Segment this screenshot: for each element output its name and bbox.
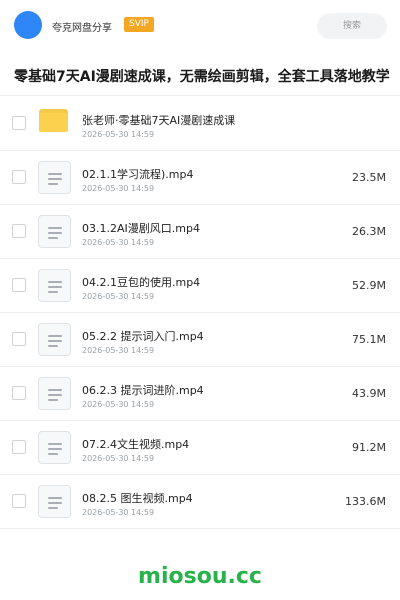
avatar[interactable] [14, 11, 42, 39]
file-name[interactable]: 02.1.1学习流程).mp4 [82, 166, 193, 182]
file-date: 2026-05-30 14:59 [82, 238, 155, 247]
file-row[interactable]: 06.2.3 提示词进阶.mp4 2026-05-30 14:59 43.9M [0, 367, 400, 421]
file-name[interactable]: 06.2.3 提示词进阶.mp4 [82, 382, 204, 398]
file-date: 2026-05-30 14:59 [82, 400, 155, 409]
search-input[interactable]: 搜索 [317, 13, 387, 39]
file-date: 2026-05-30 14:59 [82, 508, 155, 517]
checkbox-icon[interactable] [12, 116, 26, 130]
file-row[interactable]: 03.1.2AI漫剧风口.mp4 2026-05-30 14:59 26.3M [0, 205, 400, 259]
file-row[interactable]: 08.2.5 图生视频.mp4 2026-05-30 14:59 133.6M [0, 475, 400, 529]
title-bar: 零基础7天AI漫剧速成课，无需绘画剪辑，全套工具落地教学 [0, 54, 400, 96]
file-name[interactable]: 05.2.2 提示词入门.mp4 [82, 328, 204, 344]
page-title: 零基础7天AI漫剧速成课，无需绘画剪辑，全套工具落地教学 [14, 69, 390, 85]
file-size: 133.6M [345, 495, 386, 508]
file-name[interactable]: 08.2.5 图生视频.mp4 [82, 490, 193, 506]
file-row[interactable]: 07.2.4文生视频.mp4 2026-05-30 14:59 91.2M [0, 421, 400, 475]
file-date: 2026-05-30 14:59 [82, 184, 155, 193]
file-date: 2026-05-30 14:59 [82, 130, 155, 139]
checkbox-icon[interactable] [12, 224, 26, 238]
file-row[interactable]: 张老师·零基础7天AI漫剧速成课 2026-05-30 14:59 [0, 97, 400, 151]
file-size: 75.1M [352, 333, 386, 346]
file-date: 2026-05-30 14:59 [82, 454, 155, 463]
document-lines-icon [38, 485, 71, 518]
checkbox-icon[interactable] [12, 332, 26, 346]
document-lines-icon [38, 431, 71, 464]
checkbox-icon[interactable] [12, 278, 26, 292]
file-name[interactable]: 04.2.1豆包的使用.mp4 [82, 274, 200, 290]
file-list: 张老师·零基础7天AI漫剧速成课 2026-05-30 14:59 02.1.1学习… [0, 97, 400, 529]
file-row[interactable]: 04.2.1豆包的使用.mp4 2026-05-30 14:59 52.9M [0, 259, 400, 313]
document-lines-icon [38, 161, 71, 194]
file-date: 2026-05-30 14:59 [82, 292, 155, 301]
checkbox-icon[interactable] [12, 494, 26, 508]
file-row[interactable]: 05.2.2 提示词入门.mp4 2026-05-30 14:59 75.1M [0, 313, 400, 367]
folder-icon [39, 109, 68, 132]
checkbox-icon[interactable] [12, 440, 26, 454]
file-size: 26.3M [352, 225, 386, 238]
file-name[interactable]: 张老师·零基础7天AI漫剧速成课 [82, 112, 235, 128]
checkbox-icon[interactable] [12, 170, 26, 184]
file-date: 2026-05-30 14:59 [82, 346, 155, 355]
watermark: miosou.cc [138, 564, 262, 589]
document-lines-icon [38, 269, 71, 302]
file-name[interactable]: 07.2.4文生视频.mp4 [82, 436, 189, 452]
share-header: 夸克网盘分享 SVIP 搜索 [0, 0, 400, 54]
file-size: 52.9M [352, 279, 386, 292]
checkbox-icon[interactable] [12, 386, 26, 400]
file-size: 43.9M [352, 387, 386, 400]
file-size: 91.2M [352, 441, 386, 454]
document-lines-icon [38, 377, 71, 410]
file-row[interactable]: 02.1.1学习流程).mp4 2026-05-30 14:59 23.5M [0, 151, 400, 205]
app-name: 夸克网盘分享 [52, 23, 112, 34]
svip-badge: SVIP [124, 17, 154, 32]
document-lines-icon [38, 323, 71, 356]
file-size: 23.5M [352, 171, 386, 184]
document-lines-icon [38, 215, 71, 248]
file-name[interactable]: 03.1.2AI漫剧风口.mp4 [82, 220, 200, 236]
